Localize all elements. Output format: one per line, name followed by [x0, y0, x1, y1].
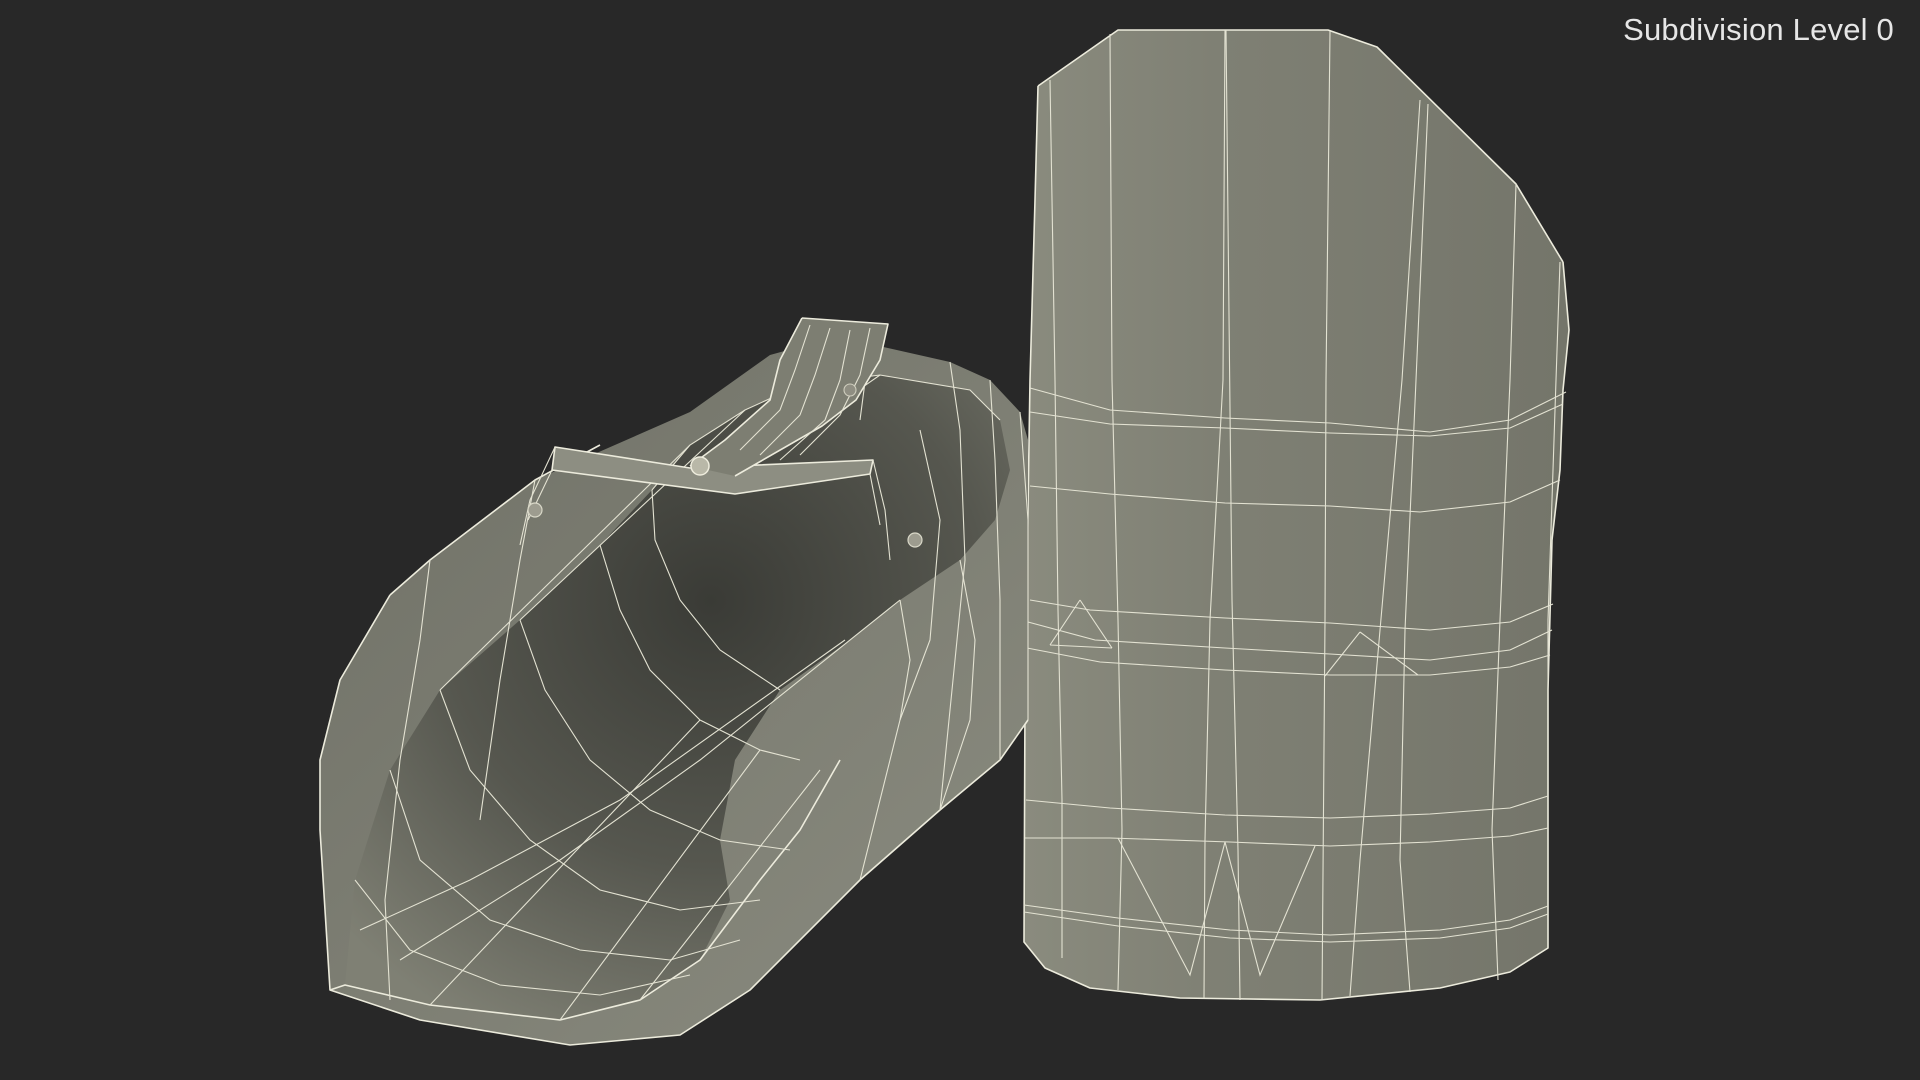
scoop-model[interactable] — [319, 317, 1029, 1046]
rivet-center — [690, 456, 710, 476]
rivet-left — [527, 502, 543, 518]
3d-viewport[interactable]: Subdivision Level 0 — [0, 0, 1920, 1080]
rivet-right — [907, 532, 923, 548]
canister-model[interactable] — [1023, 29, 1570, 1001]
subdivision-level-label: Subdivision Level 0 — [1623, 12, 1894, 47]
rivet-back — [843, 383, 857, 397]
canister-body — [1024, 30, 1569, 1000]
scene-render — [319, 29, 1570, 1046]
